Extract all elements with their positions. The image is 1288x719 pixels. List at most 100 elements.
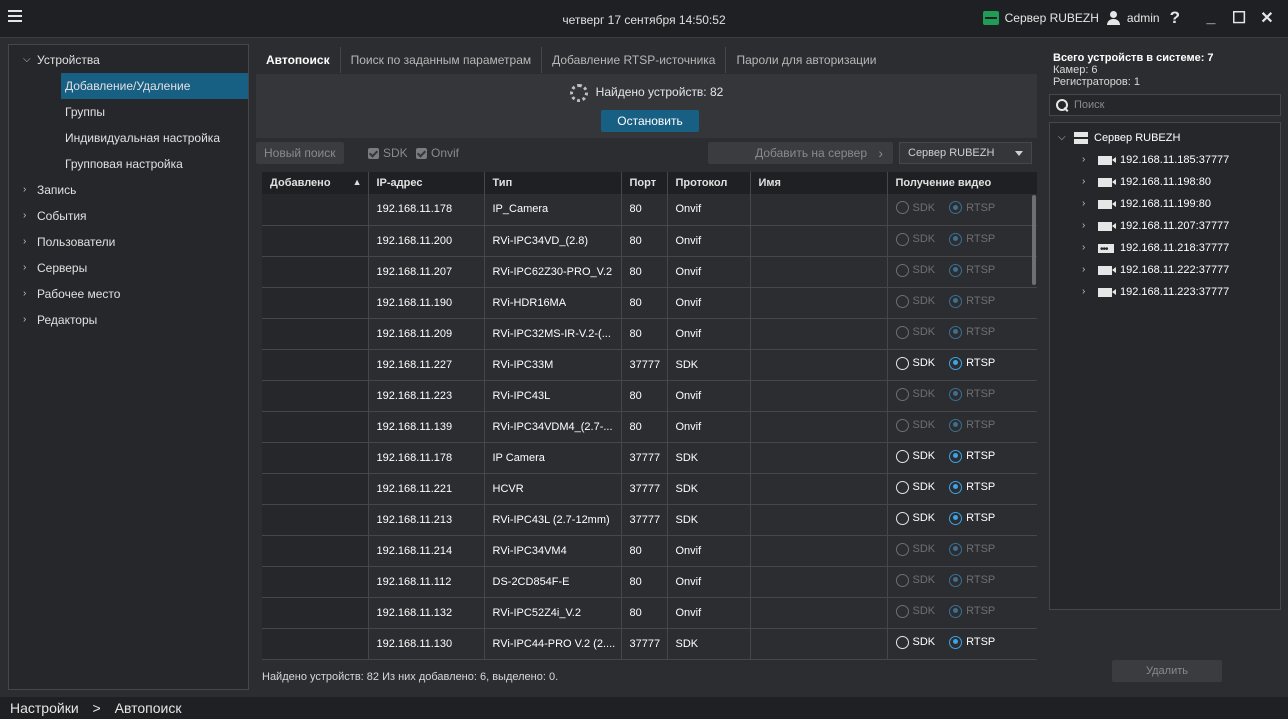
radio-sdk[interactable]: SDK (895, 418, 935, 432)
new-search-button[interactable]: Новый поиск (256, 142, 344, 164)
radio-sdk[interactable]: SDK (895, 542, 935, 556)
radio-sdk[interactable]: SDK (895, 294, 935, 308)
cell-port: 37777 (621, 442, 668, 474)
radio-sdk[interactable]: SDK (895, 356, 935, 370)
tab-autosearch[interactable]: Автопоиск (256, 47, 341, 73)
column-header-ip[interactable]: IP-адрес (368, 172, 485, 194)
nav-group-settings[interactable]: Групповая настройка (9, 151, 248, 177)
tree-device-node[interactable]: › 192.168.11.185:37777 (1050, 149, 1280, 171)
table-row[interactable]: 192.168.11.178 IP Camera 37777 SDK SDK RTSP (262, 442, 1037, 474)
cell-protocol: Onvif (667, 194, 751, 226)
table-row[interactable]: 192.168.11.227 RVi-IPC33M 37777 SDK SDK RTSP (262, 349, 1037, 381)
nav-recording[interactable]: › Запись (9, 177, 248, 203)
sdk-checkbox[interactable]: SDK (368, 146, 408, 160)
tab-search-params[interactable]: Поиск по заданным параметрам (341, 47, 543, 73)
table-row[interactable]: 192.168.11.221 HCVR 37777 SDK SDK RTSP (262, 473, 1037, 505)
breadcrumb-root[interactable]: Настройки (10, 700, 79, 716)
radio-sdk[interactable]: SDK (895, 232, 935, 246)
table-row[interactable]: 192.168.11.139 RVi-IPC34VDM4_(2.7-... 80 On… (262, 411, 1037, 443)
column-header-video[interactable]: Получение видео (887, 172, 1037, 194)
nav-devices-label: Устройства (37, 53, 100, 67)
radio-rtsp[interactable]: RTSP (949, 511, 995, 525)
radio-sdk[interactable]: SDK (895, 201, 935, 215)
table-row[interactable]: 192.168.11.209 RVi-IPC32MS-IR-V.2-(... 80 O… (262, 318, 1037, 350)
table-row[interactable]: 192.168.11.207 RVi-IPC62Z30-PRO_V.2 80 Onvi… (262, 256, 1037, 288)
nav-events[interactable]: › События (9, 203, 248, 229)
column-header-type[interactable]: Тип (484, 172, 622, 194)
delete-button[interactable]: Удалить (1112, 660, 1222, 682)
radio-sdk[interactable]: SDK (895, 511, 935, 525)
table-toolbar: Новый поиск SDK Onvif Добавить на сервер… (256, 142, 1037, 168)
radio-rtsp[interactable]: RTSP (949, 387, 995, 401)
radio-rtsp[interactable]: RTSP (949, 449, 995, 463)
table-row[interactable]: 192.168.11.130RVi-IPC44-PRO_V.2_(2...80O… (262, 659, 1037, 660)
tree-device-node[interactable]: › 192.168.11.218:37777 (1050, 237, 1280, 261)
nav-add-remove[interactable]: Добавление/Удаление (61, 73, 248, 99)
nav-devices[interactable]: ⌵ Устройства (9, 47, 248, 73)
cell-port: 80 (621, 318, 668, 350)
nav-servers[interactable]: › Серверы (9, 255, 248, 281)
server-select[interactable]: Сервер RUBEZH (899, 142, 1032, 164)
onvif-checkbox[interactable]: Onvif (416, 146, 459, 160)
tree-device-node[interactable]: › 192.168.11.223:37777 (1050, 281, 1280, 303)
column-header-port[interactable]: Порт (621, 172, 668, 194)
radio-rtsp[interactable]: RTSP (949, 232, 995, 246)
radio-rtsp[interactable]: RTSP (949, 294, 995, 308)
tree-device-node[interactable]: › 192.168.11.198:80 (1050, 171, 1280, 193)
tree-device-node[interactable]: › 192.168.11.222:37777 (1050, 259, 1280, 281)
add-to-server-button[interactable]: Добавить на сервер › (708, 142, 893, 164)
column-header-protocol[interactable]: Протокол (667, 172, 751, 194)
table-row[interactable]: 192.168.11.190 RVi-HDR16MA 80 Onvif SDK RTSP (262, 287, 1037, 319)
radio-rtsp[interactable]: RTSP (949, 604, 995, 618)
radio-sdk[interactable]: SDK (895, 573, 935, 587)
radio-rtsp[interactable]: RTSP (949, 201, 995, 215)
cell-type: DS-2CD854F-E (484, 566, 622, 598)
close-button[interactable]: ✕ (1256, 8, 1278, 28)
nav-users[interactable]: › Пользователи (9, 229, 248, 255)
help-button[interactable]: ? (1170, 8, 1180, 28)
table-row[interactable]: 192.168.11.223 RVi-IPC43L 80 Onvif SDK RTSP (262, 380, 1037, 412)
table-row[interactable]: 192.168.11.214 RVi-IPC34VM4 80 Onvif SDK RTSP (262, 535, 1037, 567)
radio-rtsp[interactable]: RTSP (949, 356, 995, 370)
table-row[interactable]: 192.168.11.112 DS-2CD854F-E 80 Onvif SDK RTSP (262, 566, 1037, 598)
nav-editors[interactable]: › Редакторы (9, 307, 248, 333)
column-header-added[interactable]: Добавлено ▲ (262, 172, 369, 194)
server-name[interactable]: Сервер RUBEZH (1005, 11, 1099, 25)
tab-auth-passwords[interactable]: Пароли для авторизации (726, 47, 886, 73)
radio-rtsp[interactable]: RTSP (949, 573, 995, 587)
cell-ip: 192.168.11.214 (368, 535, 485, 567)
maximize-button[interactable]: ☐ (1228, 8, 1250, 28)
radio-sdk[interactable]: SDK (895, 635, 935, 649)
table-row[interactable]: 192.168.11.200 RVi-IPC34VD_(2.8) 80 Onvif SD… (262, 225, 1037, 257)
nav-groups[interactable]: Группы (9, 99, 248, 125)
nav-individual-settings[interactable]: Индивидуальная настройка (9, 125, 248, 151)
table-row[interactable]: 192.168.11.178 IP_Camera 80 Onvif SDK RTSP (262, 194, 1037, 226)
table-row[interactable]: 192.168.11.130 RVi-IPC44-PRO V.2 (2.... 37… (262, 628, 1037, 660)
nav-workplace[interactable]: › Рабочее место (9, 281, 248, 307)
radio-rtsp[interactable]: RTSP (949, 542, 995, 556)
radio-sdk[interactable]: SDK (895, 263, 935, 277)
radio-rtsp[interactable]: RTSP (949, 325, 995, 339)
tree-server-node[interactable]: ⌵ Сервер RUBEZH (1050, 127, 1280, 149)
column-header-name[interactable]: Имя (750, 172, 888, 194)
radio-sdk[interactable]: SDK (895, 325, 935, 339)
tree-device-node[interactable]: › 192.168.11.199:80 (1050, 193, 1280, 215)
table-row[interactable]: 192.168.11.213 RVi-IPC43L (2.7-12mm) 37777… (262, 504, 1037, 536)
radio-rtsp[interactable]: RTSP (949, 418, 995, 432)
radio-sdk[interactable]: SDK (895, 449, 935, 463)
radio-rtsp[interactable]: RTSP (949, 263, 995, 277)
minimize-button[interactable]: _ (1200, 9, 1222, 27)
user-name[interactable]: admin (1127, 11, 1160, 25)
radio-sdk[interactable]: SDK (895, 604, 935, 618)
tab-add-rtsp[interactable]: Добавление RTSP-источника (542, 47, 727, 73)
radio-rtsp[interactable]: RTSP (949, 480, 995, 494)
radio-sdk[interactable]: SDK (895, 480, 935, 494)
table-scrollbar[interactable] (1032, 195, 1036, 285)
stop-button[interactable]: Остановить (601, 110, 699, 132)
radio-rtsp[interactable]: RTSP (949, 635, 995, 649)
table-row[interactable]: 192.168.11.132 RVi-IPC52Z4i_V.2 80 Onvif SDK… (262, 597, 1037, 629)
tree-device-list: › 192.168.11.185:37777 › 192.168.11.198:80 ›… (1050, 149, 1280, 303)
radio-sdk[interactable]: SDK (895, 387, 935, 401)
tree-device-node[interactable]: › 192.168.11.207:37777 (1050, 215, 1280, 237)
device-search-input[interactable] (1074, 99, 1254, 111)
